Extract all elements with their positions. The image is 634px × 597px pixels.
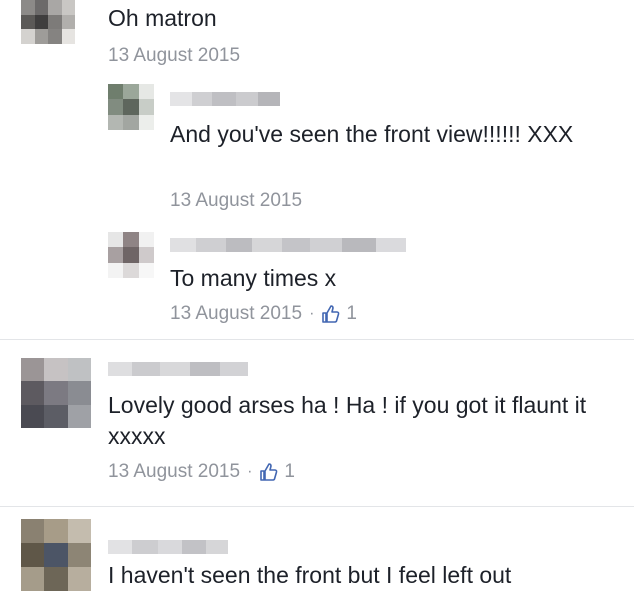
reply-author-name[interactable] bbox=[170, 92, 280, 106]
reply-author-name[interactable] bbox=[170, 238, 406, 252]
comment-author-name[interactable] bbox=[108, 540, 228, 554]
thumbs-up-icon[interactable] bbox=[321, 304, 341, 324]
avatar[interactable] bbox=[21, 358, 91, 428]
comment-meta: 13 August 2015 bbox=[108, 44, 240, 68]
comment-date[interactable]: 13 August 2015 bbox=[108, 460, 240, 484]
meta-separator: · bbox=[247, 463, 253, 480]
comment-author-name[interactable] bbox=[108, 362, 248, 376]
divider bbox=[0, 339, 634, 340]
comment-text: Oh matron bbox=[108, 5, 217, 31]
comment-date[interactable]: 13 August 2015 bbox=[108, 44, 240, 68]
comment-text: Lovely good arses ha ! Ha ! if you got i… bbox=[108, 392, 587, 449]
comment-text: I haven't seen the front but I feel left… bbox=[108, 562, 512, 588]
like-count: 1 bbox=[284, 461, 295, 482]
reply-meta: 13 August 2015 bbox=[170, 189, 302, 213]
meta-separator: · bbox=[309, 305, 315, 322]
avatar[interactable] bbox=[108, 84, 154, 130]
avatar[interactable] bbox=[21, 0, 75, 44]
reply-text: And you've seen the front view!!!!!! XXX bbox=[170, 121, 574, 147]
comment-meta: 13 August 2015 · 1 bbox=[108, 460, 295, 484]
divider bbox=[0, 506, 634, 507]
reply-date[interactable]: 13 August 2015 bbox=[170, 189, 302, 213]
reply-text: To many times x bbox=[170, 265, 337, 291]
like-count: 1 bbox=[346, 303, 357, 324]
reply-date[interactable]: 13 August 2015 bbox=[170, 302, 302, 326]
avatar[interactable] bbox=[108, 232, 154, 278]
avatar[interactable] bbox=[21, 519, 91, 591]
thumbs-up-icon[interactable] bbox=[259, 462, 279, 482]
reply-meta: 13 August 2015 · 1 bbox=[170, 302, 357, 326]
